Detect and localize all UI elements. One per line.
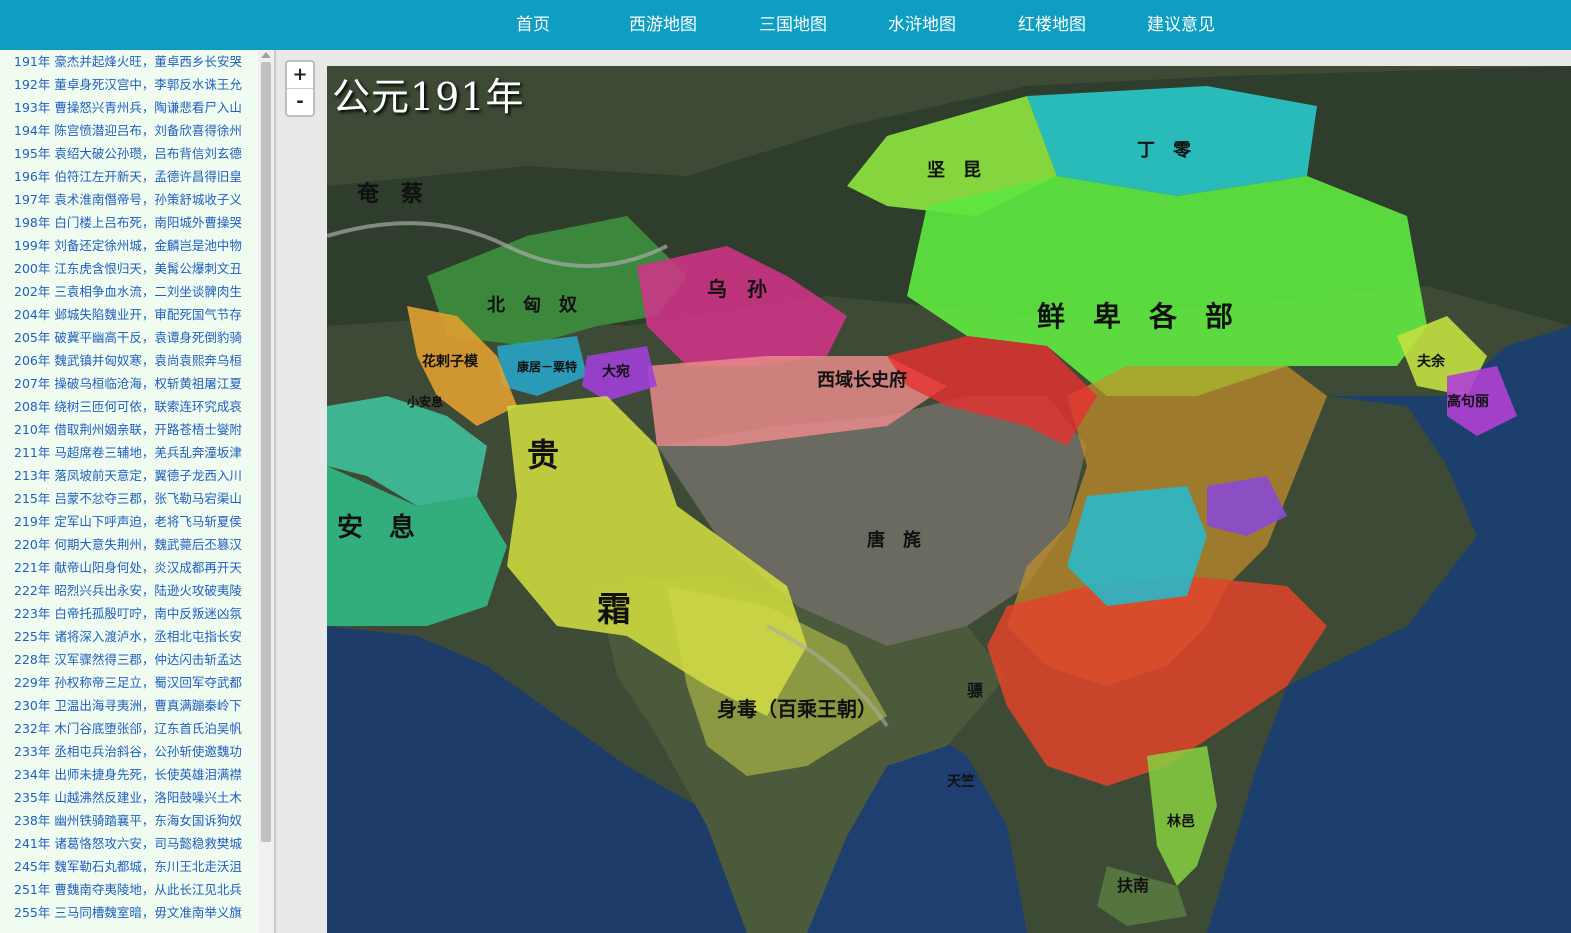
event-list-item[interactable]: 191年 豪杰并起烽火旺，董卓西乡长安哭: [0, 50, 258, 73]
label-shuang: 霜: [597, 590, 631, 630]
label-linyi: 林邑: [1167, 813, 1195, 830]
label-fuyu: 夫余: [1417, 353, 1446, 370]
label-guishuang: 贵: [527, 436, 559, 474]
event-list-item[interactable]: 255年 三马同槽魏室暗，毋文准南举义旗: [0, 901, 258, 924]
event-list-item[interactable]: 198年 白门楼上吕布死，南阳城外曹操哭: [0, 211, 258, 234]
event-list-item[interactable]: 206年 魏武镇并匈奴寒，袁尚袁熙奔乌桓: [0, 349, 258, 372]
event-list-item[interactable]: 229年 孙权称帝三足立，蜀汉回军夺武都: [0, 671, 258, 694]
label-xiaoanxi: 小安息: [407, 394, 443, 409]
event-list-item[interactable]: 235年 山越沸然反建业，洛阳鼓噪兴土木: [0, 786, 258, 809]
nav-honglou-map[interactable]: 红楼地图: [997, 0, 1107, 50]
nav-shuihu-map[interactable]: 水浒地图: [867, 0, 977, 50]
event-list-item[interactable]: 245年 魏军勒石丸都城，东川王北走沃沮: [0, 855, 258, 878]
label-beixiongnu: 北 匈 奴: [487, 294, 577, 316]
label-tiange: 天竺: [947, 773, 975, 790]
nav-sanguo-map[interactable]: 三国地图: [738, 0, 848, 50]
label-xiyu: 西域长史府: [817, 369, 907, 391]
event-list-item[interactable]: 233年 丞相屯兵治斜谷，公孙斩使邀魏功: [0, 740, 258, 763]
scroll-up-arrow-icon[interactable]: [261, 52, 271, 58]
event-list-item[interactable]: 232年 木门谷底堕张郃，辽东首氏泊吴帆: [0, 717, 258, 740]
event-list-item[interactable]: 219年 定军山下呼声迫，老将飞马斩夏侯: [0, 510, 258, 533]
label-anxi: 安 息: [337, 512, 415, 543]
nav-home[interactable]: 首页: [478, 0, 588, 50]
label-dayuan: 大宛: [602, 363, 630, 380]
label-yancai: 奄 蔡: [356, 181, 423, 207]
event-list-item[interactable]: 202年 三袁相争血水流，二刘坐谈髀肉生: [0, 280, 258, 303]
zoom-control: + -: [285, 60, 315, 117]
event-list-item[interactable]: 225年 诸将深入渡泸水，丞相北屯指长安: [0, 625, 258, 648]
label-dingling: 丁 零: [1137, 140, 1192, 161]
event-list-item[interactable]: 210年 借取荆州姻亲联，开路苍梧士燮附: [0, 418, 258, 441]
label-biao: 骠: [967, 681, 983, 700]
event-list-item[interactable]: 204年 邺城失陷魏业开，审配死国气节存: [0, 303, 258, 326]
event-list-item[interactable]: 200年 江东虎含恨归天，美髯公爆刺文丑: [0, 257, 258, 280]
event-list-item[interactable]: 221年 献帝山阳身何处，炎汉成都再开天: [0, 556, 258, 579]
event-list-item[interactable]: 197年 袁术淮南僭帝号，孙策舒城收子义: [0, 188, 258, 211]
event-list-item[interactable]: 208年 绕树三匝何可依，联索连环究成哀: [0, 395, 258, 418]
sidebar-scrollbar[interactable]: [258, 50, 274, 933]
label-shendu: 身毒（百乘王朝）: [717, 697, 877, 721]
event-list-item[interactable]: 213年 落凤坡前天意定，翼德子龙西入川: [0, 464, 258, 487]
event-list-item[interactable]: 205年 破冀平幽高干反，袁谭身死倒豹骑: [0, 326, 258, 349]
label-gaogouli: 高句丽: [1447, 393, 1489, 410]
event-list: 191年 豪杰并起烽火旺，董卓西乡长安哭 192年 董卓身死汉宫中，李郭反水诛王允…: [0, 50, 258, 924]
label-kangju: 康居－粟特: [517, 359, 577, 374]
nav-xiyou-map[interactable]: 西游地图: [608, 0, 718, 50]
event-list-item[interactable]: 238年 幽州铁骑踏襄平，东海女国诉狗奴: [0, 809, 258, 832]
event-list-item[interactable]: 211年 马超席卷三辅地，羌兵乱奔潼坂津: [0, 441, 258, 464]
map-viewport[interactable]: 奄 蔡 坚 昆 丁 零 北 匈 奴 乌 孙 鲜 卑 各 部 康居－粟特 大宛 花…: [276, 50, 1571, 933]
zoom-out-button[interactable]: -: [287, 88, 313, 115]
label-jiankun: 坚 昆: [927, 160, 981, 181]
event-list-item[interactable]: 193年 曹操怒兴青州兵，陶谦悲看尸入山: [0, 96, 258, 119]
top-nav-bar: 首页 西游地图 三国地图 水浒地图 红楼地图 建议意见: [0, 0, 1571, 50]
zoom-in-button[interactable]: +: [287, 62, 313, 88]
event-list-item[interactable]: 251年 曹魏南夺夷陵地，从此长江见北兵: [0, 878, 258, 901]
event-list-item[interactable]: 195年 袁绍大破公孙瓒，吕布背信刘玄德: [0, 142, 258, 165]
label-tangfan: 唐 旄: [867, 529, 921, 551]
nav-suggestions[interactable]: 建议意见: [1126, 0, 1236, 50]
event-list-item[interactable]: 228年 汉军骤然得三郡，仲达闪击斩孟达: [0, 648, 258, 671]
event-list-item[interactable]: 199年 刘备还定徐州城，金麟岂是池中物: [0, 234, 258, 257]
label-huacizimo: 花剌子模: [422, 353, 479, 370]
historical-map[interactable]: 奄 蔡 坚 昆 丁 零 北 匈 奴 乌 孙 鲜 卑 各 部 康居－粟特 大宛 花…: [327, 66, 1571, 933]
label-xianbei: 鲜 卑 各 部: [1037, 300, 1233, 333]
label-wusun: 乌 孙: [707, 277, 767, 301]
event-list-item[interactable]: 215年 吕蒙不忿夺三郡，张飞勒马宕渠山: [0, 487, 258, 510]
label-funan: 扶南: [1117, 876, 1149, 895]
event-list-item[interactable]: 230年 卫温出海寻夷洲，曹真满蹦秦岭下: [0, 694, 258, 717]
event-list-item[interactable]: 234年 出师未捷身先死，长使英雄泪满襟: [0, 763, 258, 786]
event-list-item[interactable]: 220年 何期大意失荆州，魏武薨后丕篡汉: [0, 533, 258, 556]
event-list-item[interactable]: 196年 伯符江左开新天，孟德许昌得旧皇: [0, 165, 258, 188]
event-list-item[interactable]: 222年 昭烈兴兵出永安，陆逊火攻破夷陵: [0, 579, 258, 602]
event-list-item[interactable]: 194年 陈宫愤潜迎吕布，刘备欣喜得徐州: [0, 119, 258, 142]
event-list-item[interactable]: 192年 董卓身死汉宫中，李郭反水诛王允: [0, 73, 258, 96]
scrollbar-thumb[interactable]: [261, 62, 271, 842]
event-list-item[interactable]: 207年 操破乌桓临沧海，权斩黄祖屠江夏: [0, 372, 258, 395]
event-sidebar: 191年 豪杰并起烽火旺，董卓西乡长安哭 192年 董卓身死汉宫中，李郭反水诛王允…: [0, 50, 276, 933]
map-year-title: 公元191年: [332, 75, 525, 119]
event-list-item[interactable]: 241年 诸葛恪怒攻六安，司马懿稳救樊城: [0, 832, 258, 855]
event-list-item[interactable]: 223年 白帝托孤殷叮咛，南中反叛迷凶氛: [0, 602, 258, 625]
